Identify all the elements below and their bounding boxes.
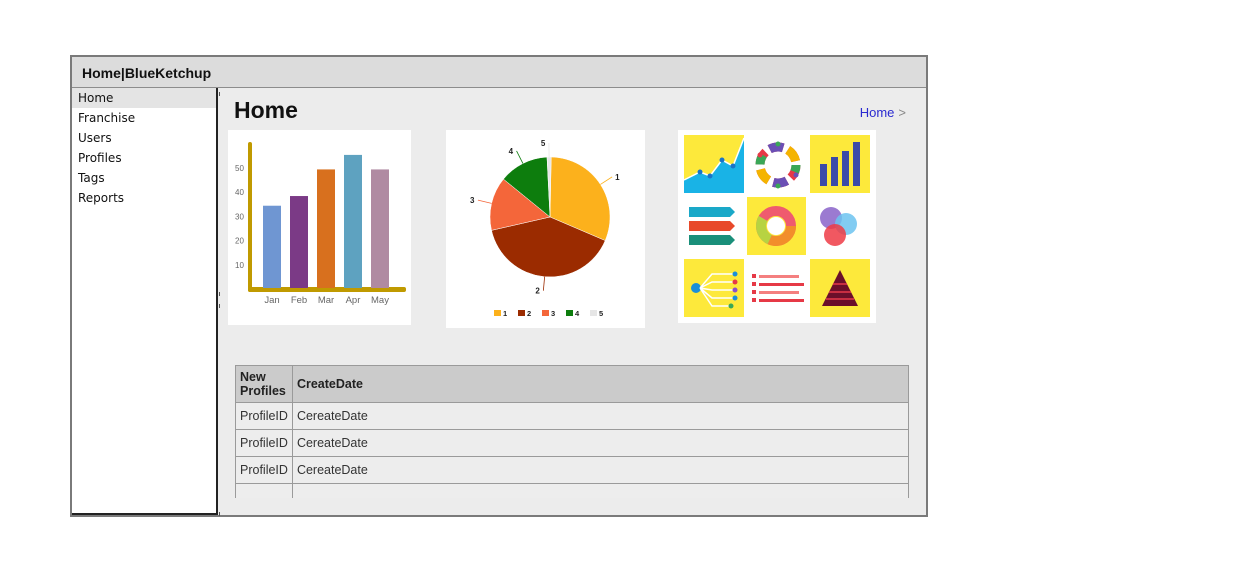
bar-chart-bar bbox=[371, 169, 389, 288]
pie-leader-line bbox=[542, 276, 546, 291]
area-chart-icon bbox=[683, 135, 745, 193]
infographic-icons-graphic bbox=[683, 135, 870, 317]
breadcrumb: Home > bbox=[860, 105, 906, 120]
donut-chart-icon bbox=[747, 197, 806, 255]
pyramid-icon bbox=[810, 259, 870, 317]
sidebar-item-reports[interactable]: Reports bbox=[72, 188, 216, 208]
page-title: Home bbox=[234, 97, 298, 123]
sidebar-item-home[interactable]: Home bbox=[72, 88, 216, 108]
cell-profile-id: ProfileID bbox=[235, 456, 293, 484]
table-row[interactable]: ProfileID CereateDate bbox=[235, 402, 909, 430]
pie-slice-label: 4 bbox=[509, 147, 514, 156]
cycle-ring-icon bbox=[755, 141, 801, 189]
pie-legend-label: 2 bbox=[527, 309, 531, 318]
bar-chart-graphic: 50 40 30 20 10 Jan Feb Mar Apr May bbox=[235, 142, 406, 306]
column-header-new-profiles[interactable]: New Profiles bbox=[235, 365, 293, 403]
bar-chart-y-tick: 10 bbox=[235, 261, 244, 270]
column-header-createdate[interactable]: CreateDate bbox=[291, 365, 909, 403]
sidebar-item-users[interactable]: Users bbox=[72, 128, 216, 148]
pie-slice-label: 5 bbox=[541, 139, 546, 148]
cell-create-date: CereateDate bbox=[291, 429, 909, 457]
cell-create-date: CereateDate bbox=[291, 456, 909, 484]
sidebar-item-franchise[interactable]: Franchise bbox=[72, 108, 216, 128]
bar-chart-x-tick: Apr bbox=[346, 295, 361, 306]
arrow-list-icon bbox=[689, 207, 735, 245]
bar-chart-icon bbox=[810, 135, 870, 193]
sidebar-item-tags[interactable]: Tags bbox=[72, 168, 216, 188]
bar-chart-x-tick: Feb bbox=[291, 295, 307, 306]
sidebar-splitter[interactable] bbox=[218, 92, 222, 517]
bar-chart-bar bbox=[317, 169, 335, 288]
app-title: Home|BlueKetchup bbox=[82, 65, 212, 81]
pie-legend-label: 5 bbox=[599, 309, 603, 318]
network-tree-icon bbox=[684, 259, 744, 317]
bar-chart-x-tick: Jan bbox=[264, 295, 279, 306]
bar-chart-y-tick: 20 bbox=[235, 237, 244, 246]
pie-legend-swatch bbox=[494, 310, 501, 316]
bar-chart-x-tick: May bbox=[371, 295, 389, 306]
new-profiles-table: New Profiles CreateDate ProfileID Cereat… bbox=[235, 365, 909, 498]
table-row[interactable]: ProfileID CereateDate bbox=[235, 456, 909, 484]
breadcrumb-separator: > bbox=[898, 105, 906, 120]
cell-profile-id bbox=[235, 483, 293, 498]
title-bar: Home|BlueKetchup bbox=[72, 57, 926, 88]
pie-slice-label: 1 bbox=[615, 173, 620, 182]
bar-chart-x-tick: Mar bbox=[318, 295, 334, 306]
bar-chart-y-axis bbox=[248, 142, 252, 292]
pie-leader-line bbox=[477, 199, 492, 204]
table-header-row: New Profiles CreateDate bbox=[235, 365, 909, 403]
cell-profile-id: ProfileID bbox=[235, 429, 293, 457]
bar-chart-image: 50 40 30 20 10 Jan Feb Mar Apr May bbox=[228, 130, 411, 325]
table-row[interactable]: ProfileID CereateDate bbox=[235, 429, 909, 457]
pie-slice-label: 2 bbox=[535, 287, 540, 296]
pie-legend-label: 3 bbox=[551, 309, 555, 318]
pie-legend-swatch bbox=[542, 310, 549, 316]
pie-leader-line bbox=[600, 176, 613, 185]
table-row[interactable] bbox=[235, 483, 909, 498]
cell-profile-id: ProfileID bbox=[235, 402, 293, 430]
breadcrumb-home-link[interactable]: Home bbox=[860, 105, 895, 120]
app-window: Home|BlueKetchup Home Franchise Users Pr… bbox=[70, 55, 928, 517]
pie-slice-label: 3 bbox=[470, 196, 475, 205]
pie-legend-label: 4 bbox=[575, 309, 580, 318]
sidebar: Home Franchise Users Profiles Tags Repor… bbox=[72, 88, 218, 515]
bar-chart-y-tick: 30 bbox=[235, 212, 244, 221]
bar-chart-bar bbox=[290, 196, 308, 288]
cell-create-date bbox=[291, 483, 909, 498]
bullet-list-icon bbox=[752, 274, 804, 302]
pie-legend-label: 1 bbox=[503, 309, 507, 318]
pie-legend-swatch bbox=[590, 310, 597, 316]
bar-chart-bar bbox=[263, 205, 281, 288]
bar-chart-bar bbox=[344, 154, 362, 288]
pie-legend-swatch bbox=[566, 310, 573, 316]
pie-legend-swatch bbox=[518, 310, 525, 316]
sidebar-item-profiles[interactable]: Profiles bbox=[72, 148, 216, 168]
pie-chart-graphic: 1 2 3 4 5 1 2 3 4 5 bbox=[470, 139, 620, 318]
bar-chart-y-tick: 40 bbox=[235, 188, 244, 197]
pie-leader-line bbox=[516, 150, 524, 164]
pie-chart-image: 1 2 3 4 5 1 2 3 4 5 bbox=[446, 130, 645, 328]
venn-diagram-icon bbox=[820, 207, 857, 246]
infographic-icons-image bbox=[678, 130, 876, 323]
cell-create-date: CereateDate bbox=[291, 402, 909, 430]
bar-chart-y-tick: 50 bbox=[235, 164, 244, 173]
